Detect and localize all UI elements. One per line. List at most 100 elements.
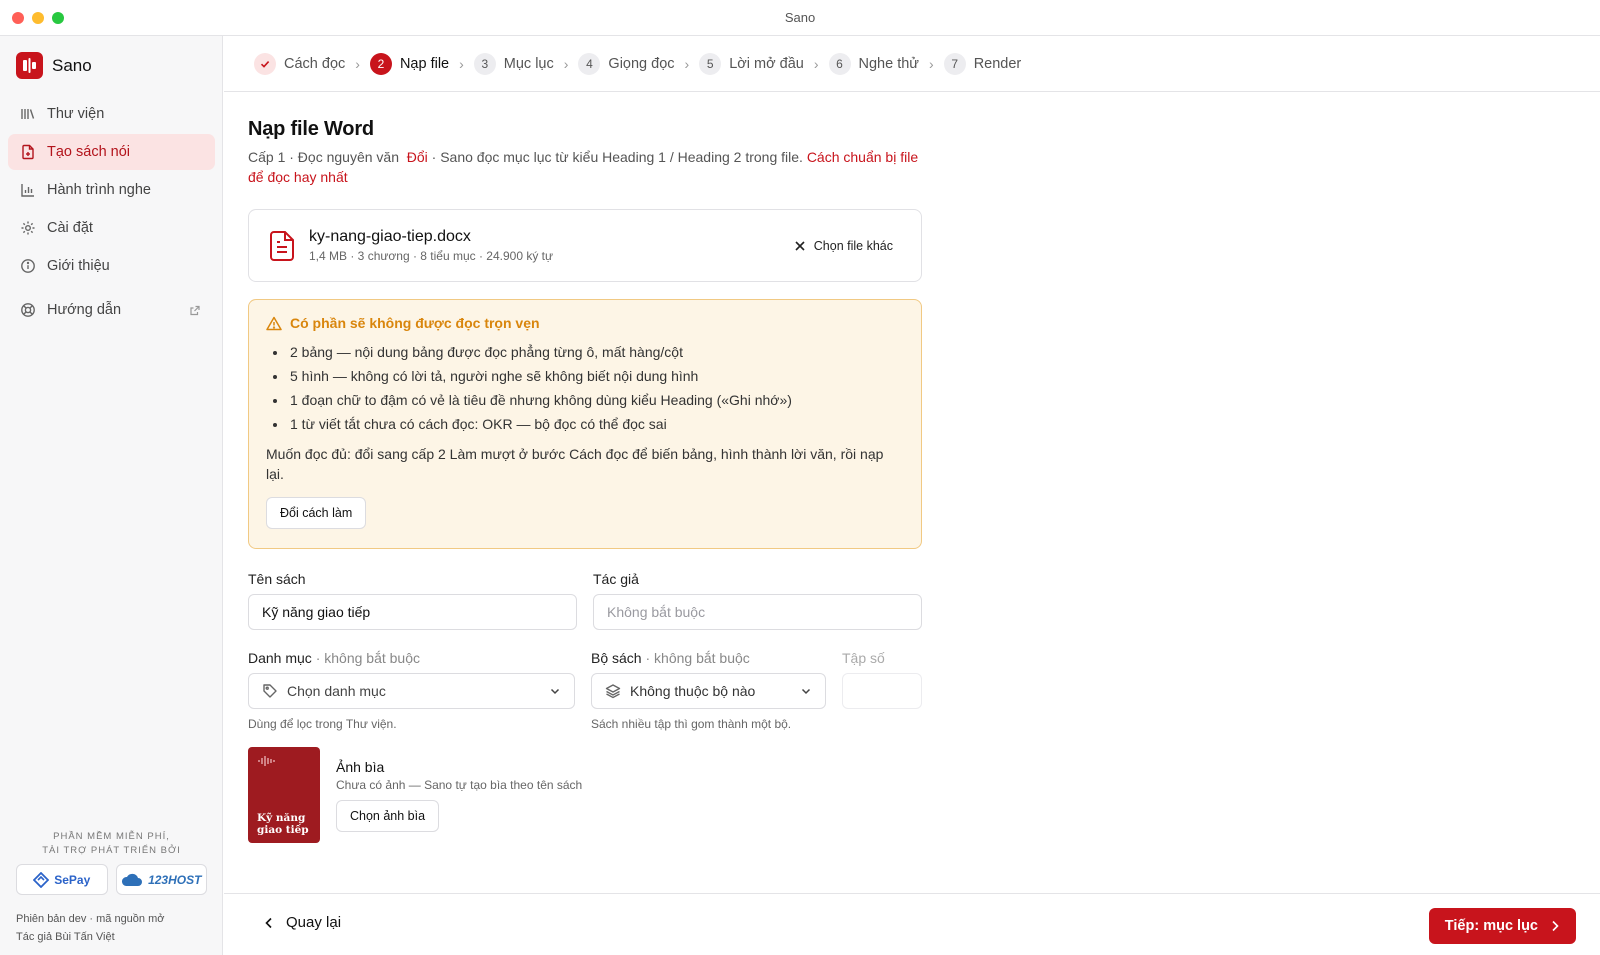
author-label: Tác giả (593, 571, 639, 587)
info-icon (21, 259, 35, 273)
window-title: Sano (784, 10, 816, 25)
window-controls (12, 12, 64, 24)
choose-other-file-button[interactable]: Chọn file khác (786, 233, 901, 259)
warning-icon (266, 316, 282, 330)
sidebar-item-label: Cài đặt (47, 220, 93, 236)
sidebar-item-label: Thư viện (47, 106, 105, 122)
back-button[interactable]: Quay lại (264, 914, 341, 931)
category-label: Danh mục · không bắt buộc (248, 650, 420, 666)
library-icon (21, 109, 35, 119)
step-number: 2 (369, 52, 392, 75)
series-hint: Sách nhiều tập thì gom thành một bộ. (591, 717, 792, 731)
list-item: 1 đoạn chữ to đậm có vẻ là tiêu đề nhưng… (288, 388, 904, 412)
lifebuoy-icon (21, 303, 35, 317)
step-preview[interactable]: 6 Nghe thử (828, 52, 919, 75)
volume-label: Tập số (842, 650, 885, 666)
list-item: 2 bảng — nội dung bảng được đọc phẳng từ… (288, 340, 904, 364)
choose-cover-button[interactable]: Chọn ảnh bìa (336, 800, 440, 832)
list-item: 5 hình — không có lời tả, người nghe sẽ … (288, 364, 904, 388)
sponsor-123host[interactable]: 123HOST (115, 864, 207, 895)
form-row-category-series: Danh mục · không bắt buộc Chọn danh mục … (248, 650, 922, 731)
chevron-right-icon: › (563, 55, 569, 72)
change-method-button[interactable]: Đổi cách làm (266, 497, 367, 529)
chevron-right-icon: › (684, 55, 690, 72)
cover-section: Kỹ năng giao tiếp Ảnh bìa Chưa có ảnh — … (248, 747, 922, 843)
step-upload-file[interactable]: 2 Nạp file (369, 52, 449, 75)
bar-chart-icon (21, 184, 34, 197)
page-title: Nạp file Word (248, 118, 374, 140)
layers-icon (605, 684, 621, 699)
warning-title: Có phần sẽ không được đọc trọn vẹn (266, 315, 904, 331)
sidebar-item-label: Hướng dẫn (47, 302, 122, 318)
sponsor-sepay[interactable]: SePay (16, 864, 108, 895)
cloud-icon (122, 873, 143, 886)
category-hint: Dùng để lọc trong Thư viện. (248, 717, 397, 731)
tag-icon (263, 684, 277, 698)
gear-icon (21, 221, 35, 235)
chevron-right-icon: › (355, 55, 360, 72)
chevron-right-icon: › (929, 55, 934, 72)
category-select[interactable]: Chọn danh mục (248, 673, 575, 709)
chevron-down-icon (550, 688, 560, 695)
change-level-link[interactable]: Đổi (407, 149, 428, 165)
warning-list: 2 bảng — nội dung bảng được đọc phẳng từ… (266, 340, 904, 436)
sidebar-item-library[interactable]: Thư viện (8, 96, 215, 132)
file-name: ky-nang-giao-tiep.docx (309, 228, 471, 245)
wizard-stepper: Cách đọc › 2 Nạp file › 3 Mục lục › 4 Gi… (224, 36, 1600, 92)
waveform-icon (258, 756, 275, 766)
chevron-right-icon: › (813, 55, 819, 72)
sidebar-item-listening-journey[interactable]: Hành trình nghe (8, 172, 215, 208)
brand-name: Sano (52, 55, 92, 75)
sidebar-item-create-audiobook[interactable]: Tạo sách nói (8, 134, 215, 170)
brand[interactable]: Sano (16, 52, 92, 79)
series-select[interactable]: Không thuộc bộ nào (591, 673, 826, 709)
step-table-of-contents[interactable]: 3 Mục lục (473, 52, 554, 75)
close-window-button[interactable] (12, 12, 24, 24)
minimize-window-button[interactable] (32, 12, 44, 24)
step-number: 5 (699, 52, 722, 75)
window-titlebar: Sano (0, 0, 1600, 36)
book-title-input[interactable]: Kỹ năng giao tiếp (248, 594, 577, 630)
check-icon (254, 52, 276, 75)
sidebar-item-label: Tạo sách nói (47, 144, 131, 160)
step-voice[interactable]: 4 Giọng đọc (578, 52, 675, 75)
author-input[interactable]: Không bắt buộc (593, 594, 922, 630)
bottom-action-bar: Quay lại Tiếp: mục lục (224, 893, 1600, 955)
step-reading-mode[interactable]: Cách đọc (254, 52, 345, 75)
main-content: Nạp file Word Cấp 1 · Đọc nguyên văn Đổi… (248, 118, 922, 843)
sidebar: Sano Thư viện Tạo sách nói Hành trình ng… (0, 36, 223, 955)
step-number: 6 (828, 52, 851, 75)
list-item: 1 từ viết tắt chưa có cách đọc: OKR — bộ… (288, 412, 904, 436)
external-link-icon (190, 305, 200, 315)
chevron-down-icon (801, 688, 811, 695)
sidebar-item-label: Hành trình nghe (47, 182, 151, 198)
series-label: Bộ sách · không bắt buộc (591, 650, 750, 666)
next-toc-button[interactable]: Tiếp: mục lục (1428, 908, 1576, 944)
cover-hint: Chưa có ảnh — Sano tự tạo bìa theo tên s… (336, 778, 583, 792)
maximize-window-button[interactable] (52, 12, 64, 24)
sidebar-nav: Thư viện Tạo sách nói Hành trình nghe Cà… (8, 96, 215, 330)
page-description: Cấp 1 · Đọc nguyên văn Đổi · Sano đọc mụ… (248, 149, 919, 185)
sponsor-section: Phần mềm miễn phí, tài trợ phát triển bở… (16, 830, 207, 895)
sano-logo-icon (16, 52, 43, 79)
cover-preview: Kỹ năng giao tiếp (248, 747, 320, 843)
step-render[interactable]: 7 Render (943, 52, 1021, 75)
warning-note: Muốn đọc đủ: đổi sang cấp 2 Làm mượt ở b… (266, 446, 884, 482)
file-meta: 1,4 MB · 3 chương · 8 tiểu mục · 24.900 … (309, 249, 554, 263)
step-intro[interactable]: 5 Lời mở đầu (699, 52, 804, 75)
sidebar-item-settings[interactable]: Cài đặt (8, 210, 215, 246)
sepay-logo-icon (33, 871, 50, 888)
step-number: 4 (578, 52, 601, 75)
cover-label: Ảnh bìa (336, 759, 385, 775)
step-number: 3 (473, 52, 496, 75)
chevron-left-icon (265, 917, 272, 928)
sidebar-item-guide[interactable]: Hướng dẫn (8, 292, 215, 328)
chevron-right-icon (1552, 920, 1559, 932)
sidebar-item-about[interactable]: Giới thiệu (8, 248, 215, 284)
volume-input[interactable] (842, 673, 922, 709)
close-icon (795, 240, 805, 251)
selected-file-card: ky-nang-giao-tiep.docx 1,4 MB · 3 chương… (248, 209, 922, 282)
warning-panel: Có phần sẽ không được đọc trọn vẹn 2 bản… (248, 299, 922, 549)
document-icon (270, 230, 294, 261)
form-row-title-author: Tên sách Kỹ năng giao tiếp Tác giả Không… (248, 571, 922, 630)
